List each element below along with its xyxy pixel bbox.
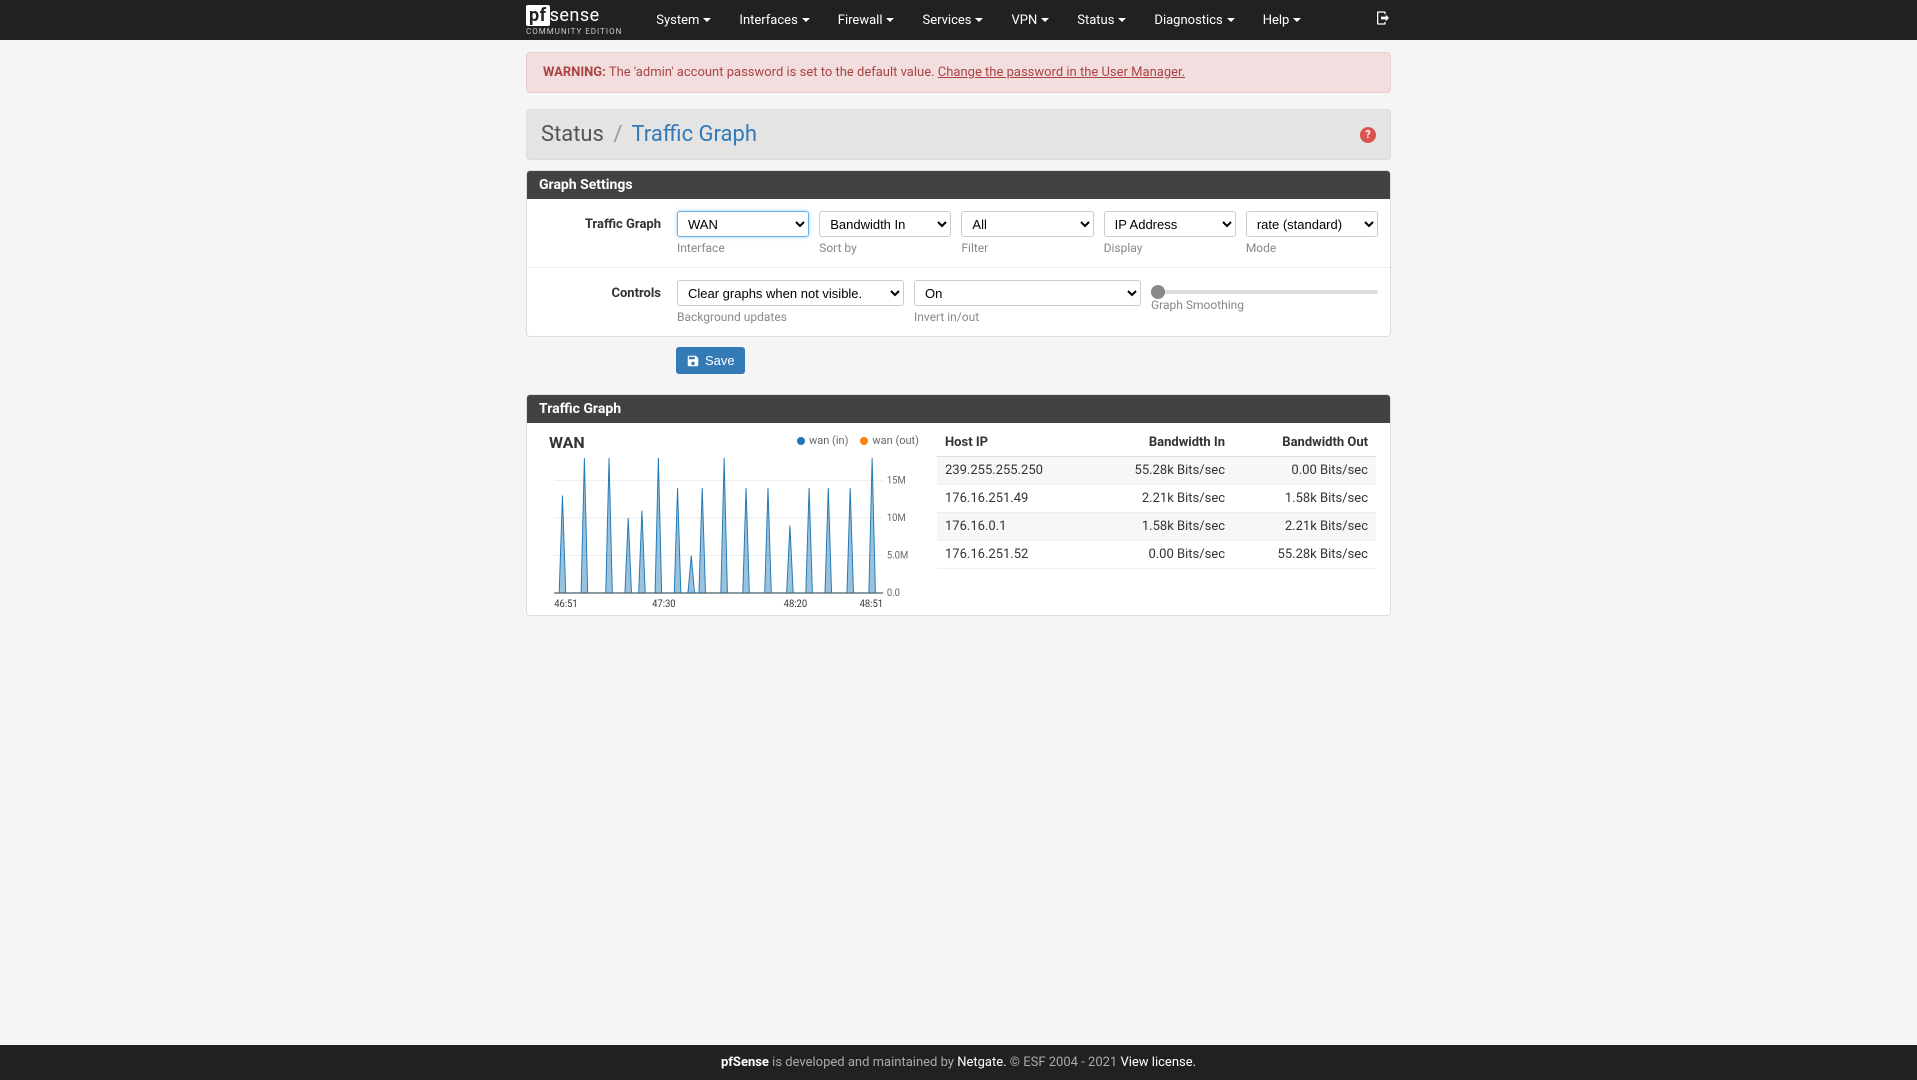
nav-vpn[interactable]: VPN <box>997 3 1063 38</box>
change-password-link[interactable]: Change the password in the User Manager. <box>938 65 1185 80</box>
nav-services[interactable]: Services <box>908 3 997 38</box>
caret-down-icon <box>1118 18 1126 22</box>
caret-down-icon <box>1227 18 1235 22</box>
invert-help: Invert in/out <box>914 310 1141 324</box>
traffic-graph-panel: Traffic Graph WAN wan (in) wan (out) 0.0… <box>526 394 1391 616</box>
legend-out: wan (out) <box>872 434 919 447</box>
license-link[interactable]: View license. <box>1120 1055 1196 1070</box>
help-icon[interactable]: ? <box>1360 127 1376 143</box>
logout-icon[interactable] <box>1375 10 1391 30</box>
smoothing-slider[interactable] <box>1151 290 1378 294</box>
navbar: pfsense COMMUNITY EDITION SystemInterfac… <box>0 0 1917 40</box>
nav-interfaces[interactable]: Interfaces <box>725 3 823 38</box>
interface-help: Interface <box>677 241 809 255</box>
nav-system[interactable]: System <box>642 3 725 38</box>
breadcrumb-page[interactable]: Traffic Graph <box>631 122 757 147</box>
col-header: Bandwidth Out <box>1233 429 1376 457</box>
traffic-graph-heading: Traffic Graph <box>527 395 1390 423</box>
invert-select[interactable]: On <box>914 280 1141 306</box>
mode-select[interactable]: rate (standard) <box>1246 211 1378 237</box>
graph-settings-panel: Graph Settings Traffic Graph WAN Interfa… <box>526 170 1391 337</box>
table-row: 176.16.251.520.00 Bits/sec55.28k Bits/se… <box>937 541 1376 569</box>
col-header: Bandwidth In <box>1090 429 1233 457</box>
footer: pfSense is developed and maintained by N… <box>0 1045 1917 1080</box>
svg-text:15M: 15M <box>887 475 906 486</box>
brand-logo[interactable]: pfsense COMMUNITY EDITION <box>526 5 622 36</box>
footer-brand: pfSense <box>721 1055 769 1070</box>
mode-help: Mode <box>1246 241 1378 255</box>
caret-down-icon <box>1293 18 1301 22</box>
caret-down-icon <box>1041 18 1049 22</box>
warning-alert: WARNING: The 'admin' account password is… <box>526 52 1391 93</box>
traffic-chart: 0.0 5.0M 10M 15M 46:51 47:30 48:20 48:51 <box>541 454 919 609</box>
svg-text:46:51: 46:51 <box>554 599 578 609</box>
traffic-graph-label: Traffic Graph <box>527 211 677 255</box>
svg-text:47:30: 47:30 <box>652 599 676 609</box>
nav-status[interactable]: Status <box>1063 3 1140 38</box>
host-table: Host IPBandwidth InBandwidth Out 239.255… <box>937 429 1376 569</box>
table-row: 176.16.0.11.58k Bits/sec2.21k Bits/sec <box>937 513 1376 541</box>
background-updates-select[interactable]: Clear graphs when not visible. <box>677 280 904 306</box>
smoothing-help: Graph Smoothing <box>1151 298 1378 312</box>
table-row: 239.255.255.25055.28k Bits/sec0.00 Bits/… <box>937 457 1376 485</box>
controls-label: Controls <box>527 280 677 324</box>
svg-text:48:20: 48:20 <box>784 599 808 609</box>
save-icon <box>686 354 700 368</box>
chart-title: WAN <box>549 433 585 452</box>
warning-label: WARNING: <box>543 65 606 80</box>
breadcrumb-root: Status <box>541 122 604 147</box>
warning-text: The 'admin' account password is set to t… <box>606 65 938 80</box>
nav-help[interactable]: Help <box>1249 3 1316 38</box>
svg-text:0.0: 0.0 <box>887 588 900 599</box>
caret-down-icon <box>703 18 711 22</box>
col-header: Host IP <box>937 429 1090 457</box>
filter-select[interactable]: All <box>961 211 1093 237</box>
sortby-help: Sort by <box>819 241 951 255</box>
caret-down-icon <box>886 18 894 22</box>
svg-text:5.0M: 5.0M <box>887 550 908 561</box>
svg-text:10M: 10M <box>887 513 906 524</box>
nav-diagnostics[interactable]: Diagnostics <box>1140 3 1248 38</box>
breadcrumb: Status / Traffic Graph <box>541 122 757 147</box>
caret-down-icon <box>802 18 810 22</box>
chart-legend: wan (in) wan (out) <box>797 434 919 447</box>
display-select[interactable]: IP Address <box>1104 211 1236 237</box>
legend-in: wan (in) <box>809 434 848 447</box>
netgate-link[interactable]: Netgate. <box>957 1055 1006 1070</box>
nav-firewall[interactable]: Firewall <box>824 3 909 38</box>
graph-settings-heading: Graph Settings <box>527 171 1390 199</box>
table-row: 176.16.251.492.21k Bits/sec1.58k Bits/se… <box>937 485 1376 513</box>
sortby-select[interactable]: Bandwidth In <box>819 211 951 237</box>
background-updates-help: Background updates <box>677 310 904 324</box>
display-help: Display <box>1104 241 1236 255</box>
interface-select[interactable]: WAN <box>677 211 809 237</box>
breadcrumb-panel: Status / Traffic Graph ? <box>526 109 1391 160</box>
save-button[interactable]: Save <box>676 347 745 374</box>
svg-text:48:51: 48:51 <box>860 599 884 609</box>
caret-down-icon <box>975 18 983 22</box>
filter-help: Filter <box>961 241 1093 255</box>
